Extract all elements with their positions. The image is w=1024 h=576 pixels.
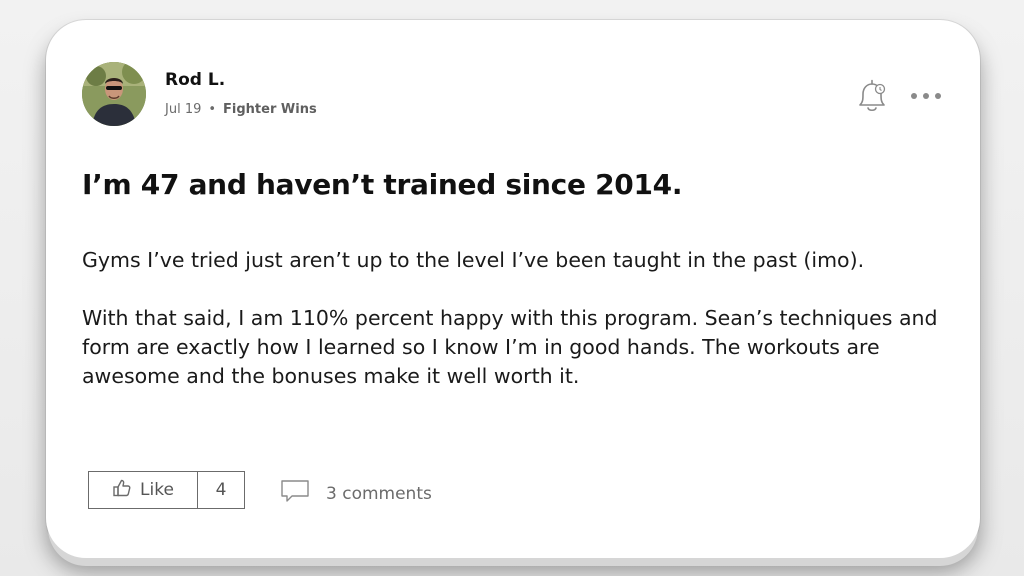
comments-link[interactable]: 3 comments (280, 479, 432, 508)
meta-separator: • (208, 102, 217, 117)
comments-label: 3 comments (326, 483, 432, 504)
post-card: Rod L. Jul 19 • Fighter Wins I’m 47 and … (46, 20, 980, 558)
bell-icon[interactable] (854, 77, 890, 115)
like-label: Like (140, 480, 174, 500)
post-paragraph: With that said, I am 110% percent happy … (82, 306, 938, 388)
more-options-icon[interactable] (906, 86, 946, 106)
like-control: Like 4 (88, 471, 245, 509)
like-count: 4 (215, 480, 227, 500)
author-name[interactable]: Rod L. (165, 70, 225, 90)
like-button[interactable]: Like (89, 472, 198, 508)
post-date[interactable]: Jul 19 (165, 102, 201, 117)
post-paragraph: Gyms I’ve tried just aren’t up to the le… (82, 248, 865, 272)
avatar[interactable] (82, 62, 146, 126)
post-meta: Jul 19 • Fighter Wins (165, 102, 317, 117)
post-body: Gyms I’ve tried just aren’t up to the le… (82, 246, 962, 420)
avatar-photo (82, 62, 146, 126)
comment-bubble-icon (280, 479, 310, 508)
thumbs-up-icon (112, 478, 132, 503)
group-name[interactable]: Fighter Wins (223, 102, 317, 117)
post-title: I’m 47 and haven’t trained since 2014. (82, 168, 683, 201)
